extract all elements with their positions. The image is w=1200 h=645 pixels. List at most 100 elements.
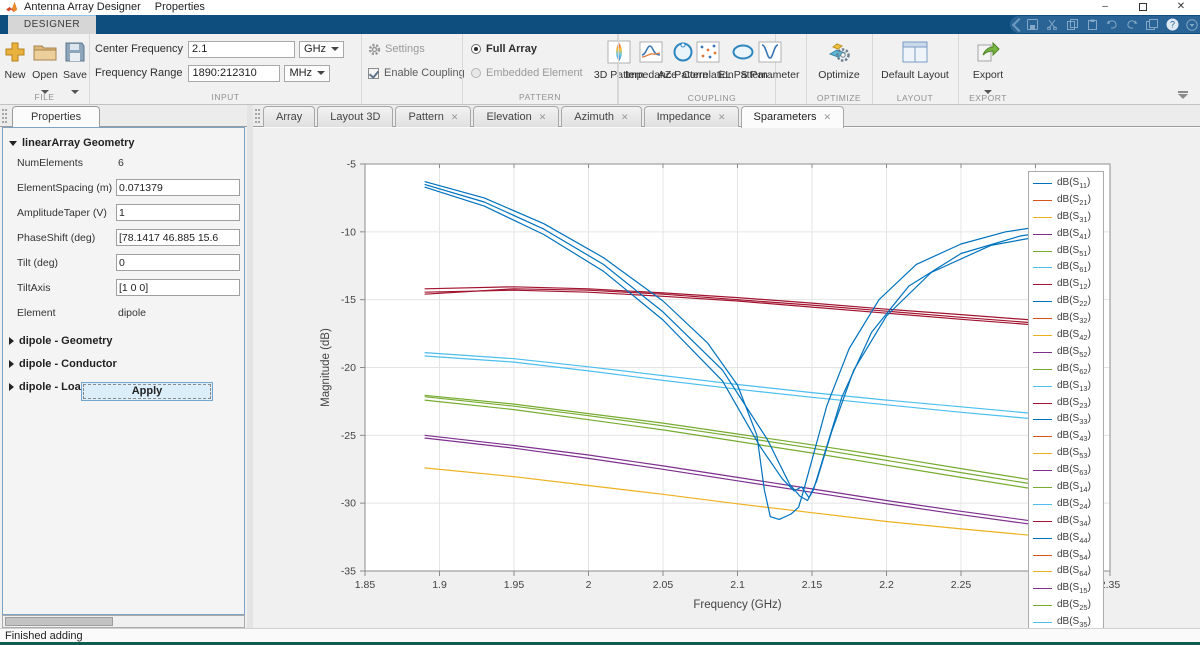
default-layout-button[interactable]: Default Layout xyxy=(876,38,954,81)
legend-line-sample xyxy=(1033,521,1052,522)
close-icon[interactable]: ✕ xyxy=(621,108,629,127)
close-button[interactable]: ✕ xyxy=(1162,0,1200,15)
default-layout-icon xyxy=(876,38,954,66)
doc-tab-label: Sparameters xyxy=(754,108,817,127)
doc-tab-pattern[interactable]: Pattern ✕ xyxy=(395,106,471,127)
legend-entry: dB(S24) xyxy=(1029,496,1103,513)
property-row: AmplitudeTaper (V) xyxy=(3,201,244,226)
cut-icon[interactable] xyxy=(1044,18,1060,31)
radio-icon xyxy=(471,44,481,54)
new-button[interactable]: New xyxy=(0,38,30,81)
close-icon[interactable]: ✕ xyxy=(824,108,832,127)
export-dropdown-caret[interactable] xyxy=(984,90,992,94)
maximize-button[interactable] xyxy=(1124,0,1162,15)
legend-entry: dB(S11) xyxy=(1029,175,1103,192)
svg-text:1.85: 1.85 xyxy=(355,579,376,591)
doc-tab-impedance[interactable]: Impedance✕ xyxy=(644,106,739,127)
apply-button[interactable]: Apply xyxy=(81,382,213,401)
layout-window-icon[interactable] xyxy=(1144,18,1160,31)
legend-line-sample xyxy=(1033,605,1052,606)
copy-icon[interactable] xyxy=(1064,18,1080,31)
property-row: TiltAxis xyxy=(3,276,244,301)
save-icon[interactable] xyxy=(1024,18,1040,31)
correlation-icon xyxy=(676,38,740,66)
doc-tab-label: Pattern xyxy=(408,108,443,127)
property-input[interactable] xyxy=(116,254,240,271)
minimize-button[interactable]: – xyxy=(1086,0,1124,15)
legend-entry: dB(S61) xyxy=(1029,259,1103,276)
legend-label: dB(S25) xyxy=(1057,599,1091,612)
legend-line-sample xyxy=(1033,386,1052,387)
ribbon-tab-strip: DESIGNER ? xyxy=(0,15,1200,34)
legend-line-sample xyxy=(1033,403,1052,404)
center-frequency-unit-dropdown[interactable]: GHz xyxy=(299,41,344,58)
property-section-header[interactable]: dipole - Geometry xyxy=(3,326,244,349)
redo-icon[interactable] xyxy=(1124,18,1140,31)
legend-label: dB(S11) xyxy=(1057,177,1090,190)
legend-label: dB(S51) xyxy=(1057,245,1091,258)
property-input[interactable] xyxy=(116,204,240,221)
property-section-header[interactable]: dipole - Conductor xyxy=(3,349,244,372)
legend-label: dB(S23) xyxy=(1057,397,1091,410)
legend-line-sample xyxy=(1033,369,1052,370)
doc-tab-array[interactable]: Array xyxy=(263,106,315,127)
legend-line-sample xyxy=(1033,352,1052,353)
property-row: PhaseShift (deg) xyxy=(3,226,244,251)
quick-access-toolbar: ? xyxy=(1010,16,1200,33)
legend-label: dB(S15) xyxy=(1057,582,1091,595)
frequency-range-input[interactable] xyxy=(188,65,280,82)
embedded-element-radio[interactable]: Embedded Element xyxy=(471,64,583,82)
tab-designer[interactable]: DESIGNER xyxy=(8,15,96,34)
legend-label: dB(S34) xyxy=(1057,515,1091,528)
open-button[interactable]: Open xyxy=(29,38,61,99)
impedance-button[interactable]: Impedance xyxy=(620,38,682,81)
svg-text:2: 2 xyxy=(586,579,592,591)
svg-text:-5: -5 xyxy=(347,159,356,171)
expand-arrow-icon xyxy=(9,360,14,368)
property-section-header[interactable]: linearArray Geometry xyxy=(3,128,244,151)
svg-text:1.9: 1.9 xyxy=(432,579,447,591)
property-input[interactable] xyxy=(116,279,240,296)
export-button[interactable]: Export xyxy=(962,38,1014,99)
correlation-button[interactable]: Correlation xyxy=(676,38,740,81)
legend-line-sample xyxy=(1033,571,1052,572)
legend-line-sample xyxy=(1033,284,1052,285)
scrollbar-thumb[interactable] xyxy=(5,617,113,626)
frequency-range-unit-dropdown[interactable]: MHz xyxy=(284,65,330,82)
close-icon[interactable]: ✕ xyxy=(718,108,726,127)
property-input[interactable] xyxy=(116,229,240,246)
settings-button[interactable]: Settings xyxy=(368,40,425,58)
help-icon[interactable]: ? xyxy=(1164,18,1180,31)
doc-tab-sparameters[interactable]: Sparameters ✕ xyxy=(741,106,845,128)
undo-icon[interactable] xyxy=(1104,18,1120,31)
doc-tab-elevation[interactable]: Elevation✕ xyxy=(473,106,559,127)
doc-tab-label: Layout 3D xyxy=(330,108,380,127)
enable-coupling-checkbox[interactable]: Enable Coupling xyxy=(368,64,465,82)
paste-icon[interactable] xyxy=(1084,18,1100,31)
panel-grip[interactable] xyxy=(2,109,7,123)
full-array-radio[interactable]: Full Array xyxy=(471,40,537,58)
legend-entry: dB(S41) xyxy=(1029,226,1103,243)
properties-hscrollbar[interactable] xyxy=(2,615,245,628)
legend-label: dB(S35) xyxy=(1057,616,1091,628)
property-input[interactable] xyxy=(116,179,240,196)
legend-line-sample xyxy=(1033,183,1052,184)
s-parameter-button[interactable]: S Parameter xyxy=(736,38,804,81)
legend-line-sample xyxy=(1033,251,1052,252)
customize-toolbar-icon[interactable] xyxy=(1184,18,1200,31)
tab-properties[interactable]: Properties xyxy=(12,106,100,127)
panel-grip[interactable] xyxy=(255,109,260,123)
legend-label: dB(S52) xyxy=(1057,346,1091,359)
legend-label: dB(S33) xyxy=(1057,413,1091,426)
close-icon[interactable]: ✕ xyxy=(451,108,459,127)
save-button[interactable]: Save xyxy=(60,38,90,99)
collapse-ribbon-button[interactable] xyxy=(1176,91,1190,101)
doc-tab-azimuth[interactable]: Azimuth✕ xyxy=(561,106,641,127)
doc-tab-layout-3d[interactable]: Layout 3D xyxy=(317,106,393,127)
legend-entry: dB(S44) xyxy=(1029,530,1103,547)
optimize-button[interactable]: Optimize xyxy=(810,38,868,81)
center-frequency-input[interactable] xyxy=(188,41,295,58)
collapse-arrow-icon xyxy=(9,141,17,146)
property-label: Element xyxy=(17,307,56,319)
close-icon[interactable]: ✕ xyxy=(539,108,547,127)
